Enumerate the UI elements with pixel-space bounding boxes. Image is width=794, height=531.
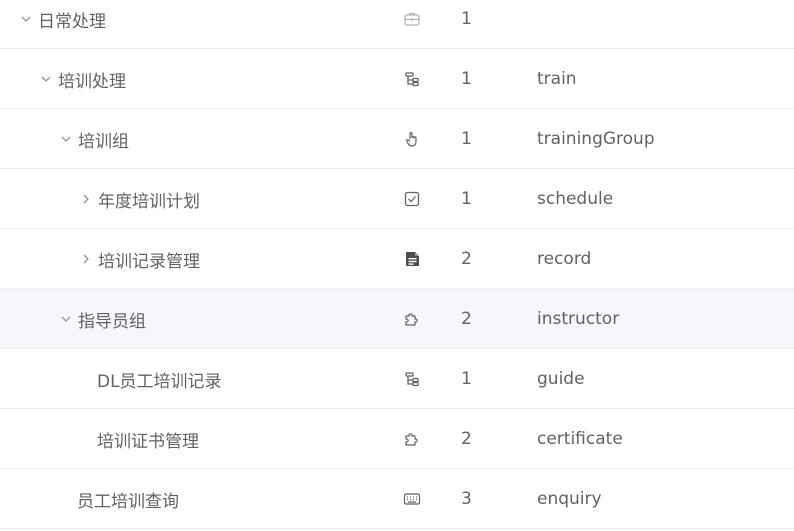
document-icon [401,229,423,289]
menu-name: 培训证书管理 [97,431,199,452]
route-path: enquiry [537,489,602,509]
order-num: 1 [461,9,472,29]
table-row[interactable]: 指导员组 2 instructor [0,289,794,349]
menu-name: 日常处理 [38,11,106,32]
toolbox-icon [401,0,423,49]
table-row[interactable]: 员工培训查询 3 enquiry [0,469,794,529]
table-row[interactable]: 年度培训计划 1 schedule [0,169,794,229]
checkbox-icon [401,169,423,229]
pointer-icon [401,109,423,169]
order-num: 2 [461,429,472,449]
menu-name: 培训组 [78,131,129,152]
order-num: 3 [461,489,472,509]
chevron-down-icon[interactable] [16,9,36,29]
route-path: schedule [537,189,614,209]
menu-name: 指导员组 [78,311,146,332]
order-num: 2 [461,309,472,329]
chevron-down-icon[interactable] [56,309,76,329]
route-path: instructor [537,309,620,329]
menu-name: 年度培训计划 [98,191,200,212]
name-cell: 培训组 [56,109,129,169]
menu-name: 培训记录管理 [98,251,200,272]
menu-name: 培训处理 [58,71,126,92]
chevron-right-icon[interactable] [76,249,96,269]
chevron-right-icon[interactable] [76,189,96,209]
table-row[interactable]: DL员工培训记录 1 guide [0,349,794,409]
route-path: trainingGroup [537,129,655,149]
table-row[interactable]: 培训组 1 trainingGroup [0,109,794,169]
name-cell: DL员工培训记录 [97,349,222,409]
chevron-down-icon[interactable] [36,69,56,89]
puzzle-icon [401,409,423,469]
name-cell: 员工培训查询 [77,469,179,529]
chevron-down-icon[interactable] [56,129,76,149]
name-cell: 培训处理 [36,49,126,109]
table-row[interactable]: 培训记录管理 2 record [0,229,794,289]
order-num: 1 [461,69,472,89]
name-cell: 指导员组 [56,289,146,349]
order-num: 1 [461,129,472,149]
order-num: 1 [461,189,472,209]
tree-icon [401,49,423,109]
keyboard-icon [401,469,423,529]
menu-tree-table: 日常处理 1 培训处理 1 train 培训组 1 trainingGroup … [0,0,794,529]
table-row[interactable]: 培训证书管理 2 certificate [0,409,794,469]
order-num: 2 [461,249,472,269]
puzzle-icon [401,289,423,349]
route-path: train [537,69,577,89]
route-path: certificate [537,429,623,449]
name-cell: 日常处理 [16,0,106,49]
order-num: 1 [461,369,472,389]
table-row[interactable]: 日常处理 1 [0,0,794,49]
route-path: guide [537,369,585,389]
menu-name: DL员工培训记录 [97,371,222,392]
menu-name: 员工培训查询 [77,491,179,512]
name-cell: 年度培训计划 [76,169,200,229]
name-cell: 培训记录管理 [76,229,200,289]
table-row[interactable]: 培训处理 1 train [0,49,794,109]
route-path: record [537,249,592,269]
tree-icon [401,349,423,409]
name-cell: 培训证书管理 [97,409,199,469]
